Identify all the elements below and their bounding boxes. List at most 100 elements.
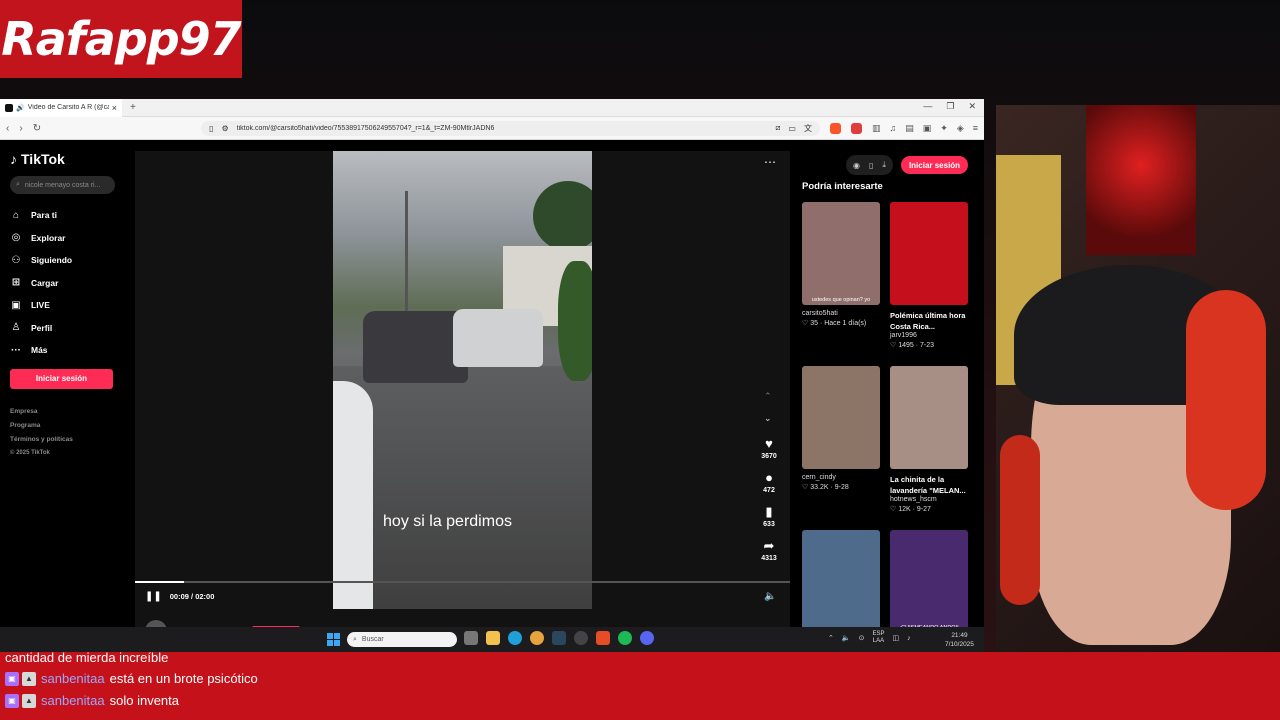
video-player[interactable]: hoy si la perdimos ⋯ ⌃ ⌄ ♥ 3670 ● 472 ▮ … bbox=[135, 151, 790, 628]
obs-icon[interactable] bbox=[574, 631, 588, 645]
login-button[interactable]: Iniciar sesión bbox=[10, 368, 113, 389]
suggested-video-card[interactable]: cern_cindy ♡ 33.2K · 9-28 bbox=[802, 366, 880, 491]
language-indicator[interactable]: ESP LAA bbox=[872, 631, 884, 645]
file-explorer-icon[interactable] bbox=[486, 631, 500, 645]
next-video-icon[interactable]: ⌄ bbox=[764, 413, 772, 424]
media-icon[interactable]: ♫ bbox=[889, 123, 896, 134]
video-thumbnail[interactable] bbox=[802, 366, 880, 469]
video-frame[interactable]: hoy si la perdimos bbox=[333, 151, 592, 609]
vpn-icon[interactable]: ◈ bbox=[957, 123, 964, 134]
video-thumbnail[interactable] bbox=[890, 366, 968, 469]
url-text: tiktok.com/@carsito5hati/video/755389175… bbox=[236, 124, 495, 132]
site-info-icon[interactable]: ⚙ bbox=[221, 124, 228, 133]
suggested-video-card[interactable]: Polémica última hora Costa Rica... jarv19… bbox=[890, 202, 968, 349]
taskbar-clock[interactable]: 21:49 7/10/2025 bbox=[945, 631, 974, 649]
brave-shields-icon[interactable] bbox=[829, 122, 841, 134]
minimize-icon[interactable]: — bbox=[923, 101, 932, 112]
volume-icon[interactable]: 🔈 bbox=[764, 591, 776, 602]
player-controls: ❚❚ 00:09 / 02:00 bbox=[145, 591, 214, 602]
comment-action[interactable]: ● 472 bbox=[755, 471, 783, 495]
video-user[interactable]: carsito5hati bbox=[802, 310, 880, 317]
task-view-icon[interactable] bbox=[464, 631, 478, 645]
brave-app-icon[interactable] bbox=[596, 631, 610, 645]
video-thumbnail[interactable]: ustedes que opinan? yo bbox=[802, 202, 880, 305]
footer-link-terminos[interactable]: Términos y políticas bbox=[10, 436, 120, 450]
steam-icon[interactable] bbox=[552, 631, 566, 645]
video-user[interactable]: hotnews_hscm bbox=[890, 496, 968, 503]
nav-item-para-ti[interactable]: ⌂ Para ti bbox=[10, 204, 120, 227]
windows-start-icon[interactable] bbox=[327, 633, 340, 646]
upload-icon: ⊞ bbox=[11, 277, 21, 289]
new-tab-button[interactable]: + bbox=[130, 102, 136, 113]
chrome-icon[interactable] bbox=[530, 631, 544, 645]
maximize-icon[interactable]: ❐ bbox=[946, 101, 954, 112]
like-action[interactable]: ♥ 3670 bbox=[755, 437, 783, 461]
video-scene-pole bbox=[405, 191, 408, 321]
nav-item-mas[interactable]: ··· Más bbox=[10, 339, 120, 362]
forward-icon[interactable]: › bbox=[19, 123, 22, 134]
taskbar-search[interactable]: ⌕ Buscar bbox=[347, 632, 457, 647]
suggested-video-card[interactable]: La chinita de la lavandería "MELAN... hot… bbox=[890, 366, 968, 513]
nav-item-explorar[interactable]: ◎ Explorar bbox=[10, 227, 120, 250]
brave-rewards-icon[interactable] bbox=[850, 122, 862, 134]
back-icon[interactable]: ‹ bbox=[6, 123, 9, 134]
reload-icon[interactable]: ↻ bbox=[33, 123, 41, 134]
nav-item-perfil[interactable]: ♙ Perfil bbox=[10, 317, 120, 340]
video-user[interactable]: cern_cindy bbox=[802, 474, 880, 481]
video-title[interactable]: Polémica última hora Costa Rica... bbox=[890, 310, 968, 332]
nav-item-live[interactable]: ▣ LIVE bbox=[10, 294, 120, 317]
video-thumbnail[interactable] bbox=[890, 202, 968, 305]
header-login-button[interactable]: Iniciar sesión bbox=[900, 156, 969, 174]
previous-video-icon[interactable]: ⌃ bbox=[764, 391, 772, 402]
chat-username: sanbenitaa bbox=[41, 671, 105, 686]
video-title[interactable]: La chinita de la lavandería "MELAN... bbox=[890, 474, 968, 496]
suggested-video-card[interactable]: ¡CHISMEANDO ANDO!! bbox=[890, 530, 968, 628]
nav-label: LIVE bbox=[31, 300, 50, 311]
share-count: 4313 bbox=[761, 555, 777, 562]
footer-link-programa[interactable]: Programa bbox=[10, 422, 120, 436]
speaker-icon[interactable]: 🔈 bbox=[842, 634, 851, 642]
phone-icon[interactable]: ▯ bbox=[869, 161, 873, 170]
tray-expand-icon[interactable]: ⌃ bbox=[828, 634, 834, 642]
compass-icon[interactable]: ◉ bbox=[853, 161, 860, 170]
wallet-icon[interactable]: ▣ bbox=[923, 123, 932, 134]
download-icon[interactable]: ⤓ bbox=[882, 160, 886, 170]
progress-bar[interactable] bbox=[135, 581, 790, 583]
close-window-icon[interactable]: ✕ bbox=[968, 101, 976, 112]
wifi-icon[interactable]: ◫ bbox=[892, 634, 899, 642]
reader-icon[interactable]: ▤ bbox=[905, 123, 914, 134]
footer-link-empresa[interactable]: Empresa bbox=[10, 408, 120, 422]
audio-icon: 🔊 bbox=[16, 104, 25, 112]
screen-icon[interactable]: ▭ bbox=[788, 124, 796, 133]
no-image-icon[interactable]: ⧄ bbox=[775, 123, 780, 133]
browser-tab-active[interactable]: 🔊 Video de Carsito A R (@carsit... × bbox=[0, 99, 122, 117]
video-thumbnail[interactable]: ¡CHISMEANDO ANDO!! bbox=[890, 530, 968, 628]
sidebar-icon[interactable]: ▥ bbox=[872, 123, 881, 134]
tiktok-logo[interactable]: ♪ TikTok bbox=[10, 151, 120, 167]
video-user[interactable]: jarv1996 bbox=[890, 332, 968, 339]
suggested-video-card[interactable]: ustedes que opinan? yo carsito5hati ♡ 35 ·… bbox=[802, 202, 880, 327]
edge-icon[interactable] bbox=[508, 631, 522, 645]
taskbar-apps bbox=[464, 631, 654, 645]
translate-icon[interactable]: 文 bbox=[804, 123, 812, 134]
discord-icon[interactable] bbox=[640, 631, 654, 645]
address-bar[interactable]: ▯ ⚙ tiktok.com/@carsito5hati/video/75538… bbox=[201, 120, 820, 136]
nav-label: Perfil bbox=[31, 322, 53, 333]
spotify-icon[interactable] bbox=[618, 631, 632, 645]
more-options-icon[interactable]: ⋯ bbox=[764, 155, 776, 169]
share-action[interactable]: ➦ 4313 bbox=[755, 539, 783, 563]
network-icon[interactable]: ⊙ bbox=[859, 634, 865, 642]
bookmark-page-icon[interactable]: ▯ bbox=[209, 124, 213, 133]
search-input[interactable]: ⌕ nicole menayo costa ri... bbox=[10, 176, 115, 194]
bookmark-action[interactable]: ▮ 633 bbox=[755, 505, 783, 529]
volume-tray-icon[interactable]: ♪ bbox=[907, 635, 911, 642]
nav-item-siguiendo[interactable]: ⚇ Siguiendo bbox=[10, 249, 120, 272]
suggested-video-card[interactable] bbox=[802, 530, 880, 628]
menu-icon[interactable]: ≡ bbox=[973, 123, 978, 134]
nav-item-cargar[interactable]: ⊞ Cargar bbox=[10, 272, 120, 295]
close-tab-icon[interactable]: × bbox=[112, 103, 117, 113]
video-meta: ♡ 33.2K · 9-28 bbox=[802, 484, 849, 491]
extensions-icon[interactable]: ✦ bbox=[940, 123, 948, 134]
pause-icon[interactable]: ❚❚ bbox=[145, 591, 162, 602]
video-thumbnail[interactable] bbox=[802, 530, 880, 628]
